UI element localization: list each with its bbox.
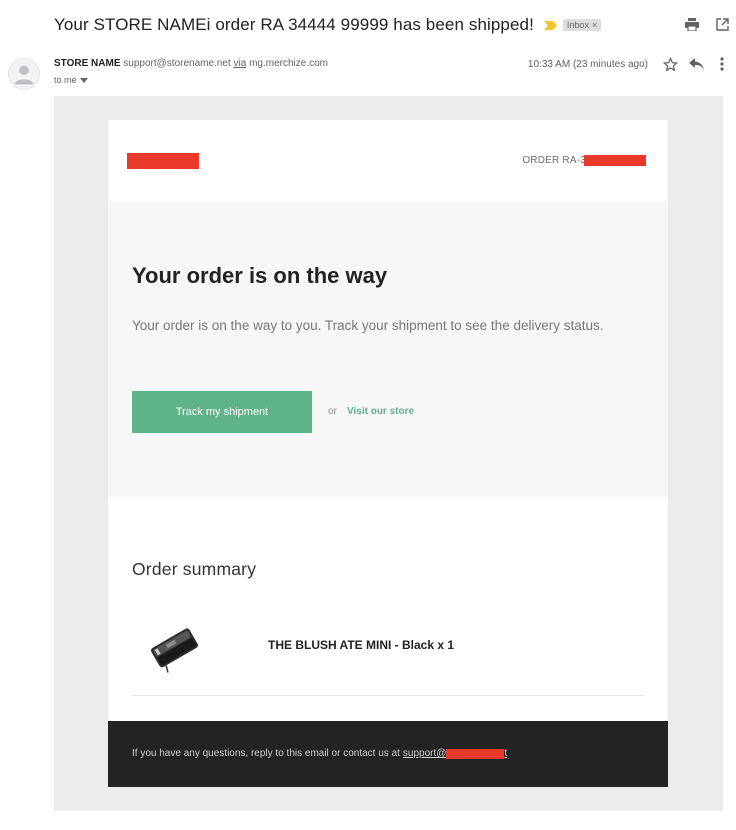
more-vertical-icon[interactable] (714, 56, 730, 72)
visit-store-link[interactable]: Visit our store (347, 406, 414, 417)
remove-label-icon[interactable]: × (592, 20, 597, 30)
sender-email: support@storename.net (123, 58, 231, 69)
avatar[interactable] (8, 58, 40, 90)
order-summary-section: Order summary THE BLUSH ATE MINI - Black… (108, 497, 668, 721)
footer-message: If you have any questions, reply to this… (132, 748, 400, 759)
sender-row: STORE NAME support@storename.net via mg.… (8, 56, 730, 92)
avatar-person-icon (14, 65, 34, 85)
order-summary-title: Order summary (132, 559, 257, 579)
product-image (146, 621, 202, 673)
importance-marker-icon[interactable] (543, 20, 557, 30)
email-subject-row: Your STORE NAMEi order RA 34444 99999 ha… (54, 12, 730, 38)
star-icon[interactable] (662, 56, 678, 72)
open-in-new-window-icon[interactable] (714, 16, 730, 32)
recipient-label: to me (54, 75, 77, 85)
support-email-suffix: t (504, 748, 508, 759)
top-actions (684, 16, 730, 32)
email-body-background: ORDER RA-3 Your order is on the way Your… (54, 96, 723, 811)
email-card: ORDER RA-3 Your order is on the way Your… (108, 120, 668, 787)
hero-description: Your order is on the way to you. Track y… (132, 318, 604, 333)
shipping-hero: Your order is on the way Your order is o… (108, 201, 668, 497)
message-actions: 10:33 AM (23 minutes ago) (528, 56, 730, 72)
sender-info: STORE NAME support@storename.net via mg.… (54, 58, 328, 85)
product-name: THE BLUSH ATE MINI - Black x 1 (268, 638, 455, 652)
store-logo-redacted (127, 153, 199, 169)
print-icon[interactable] (684, 16, 700, 32)
timestamp: 10:33 AM (23 minutes ago) (527, 58, 648, 70)
inbox-label-text: Inbox (566, 20, 589, 30)
via-link[interactable]: via (234, 58, 247, 69)
order-reference: ORDER RA-3 (522, 155, 646, 166)
track-shipment-button[interactable]: Track my shipment (132, 391, 312, 433)
email-card-header: ORDER RA-3 (108, 120, 668, 201)
inbox-label-chip[interactable]: Inbox × (562, 19, 602, 31)
via-domain: mg.merchize.com (249, 58, 328, 69)
support-email-redacted (446, 748, 505, 759)
email-footer: If you have any questions, reply to this… (108, 721, 668, 787)
hero-title: Your order is on the way (132, 263, 388, 288)
email-subject: Your STORE NAMEi order RA 34444 99999 ha… (54, 15, 534, 34)
support-email-link[interactable]: support@ t (403, 748, 507, 759)
order-number-redacted (584, 155, 646, 166)
recipient-details-toggle[interactable]: to me (54, 75, 328, 85)
footer-text: If you have any questions, reply to this… (132, 748, 507, 759)
support-email-prefix: support@ (402, 748, 447, 759)
order-number-prefix: ORDER RA-3 (522, 155, 586, 166)
sender-name[interactable]: STORE NAME (54, 58, 121, 69)
summary-divider (132, 695, 644, 696)
or-separator: or (328, 406, 337, 417)
reply-icon[interactable] (688, 56, 704, 72)
product-wallet-image (151, 628, 198, 673)
chevron-down-icon[interactable] (79, 77, 88, 83)
